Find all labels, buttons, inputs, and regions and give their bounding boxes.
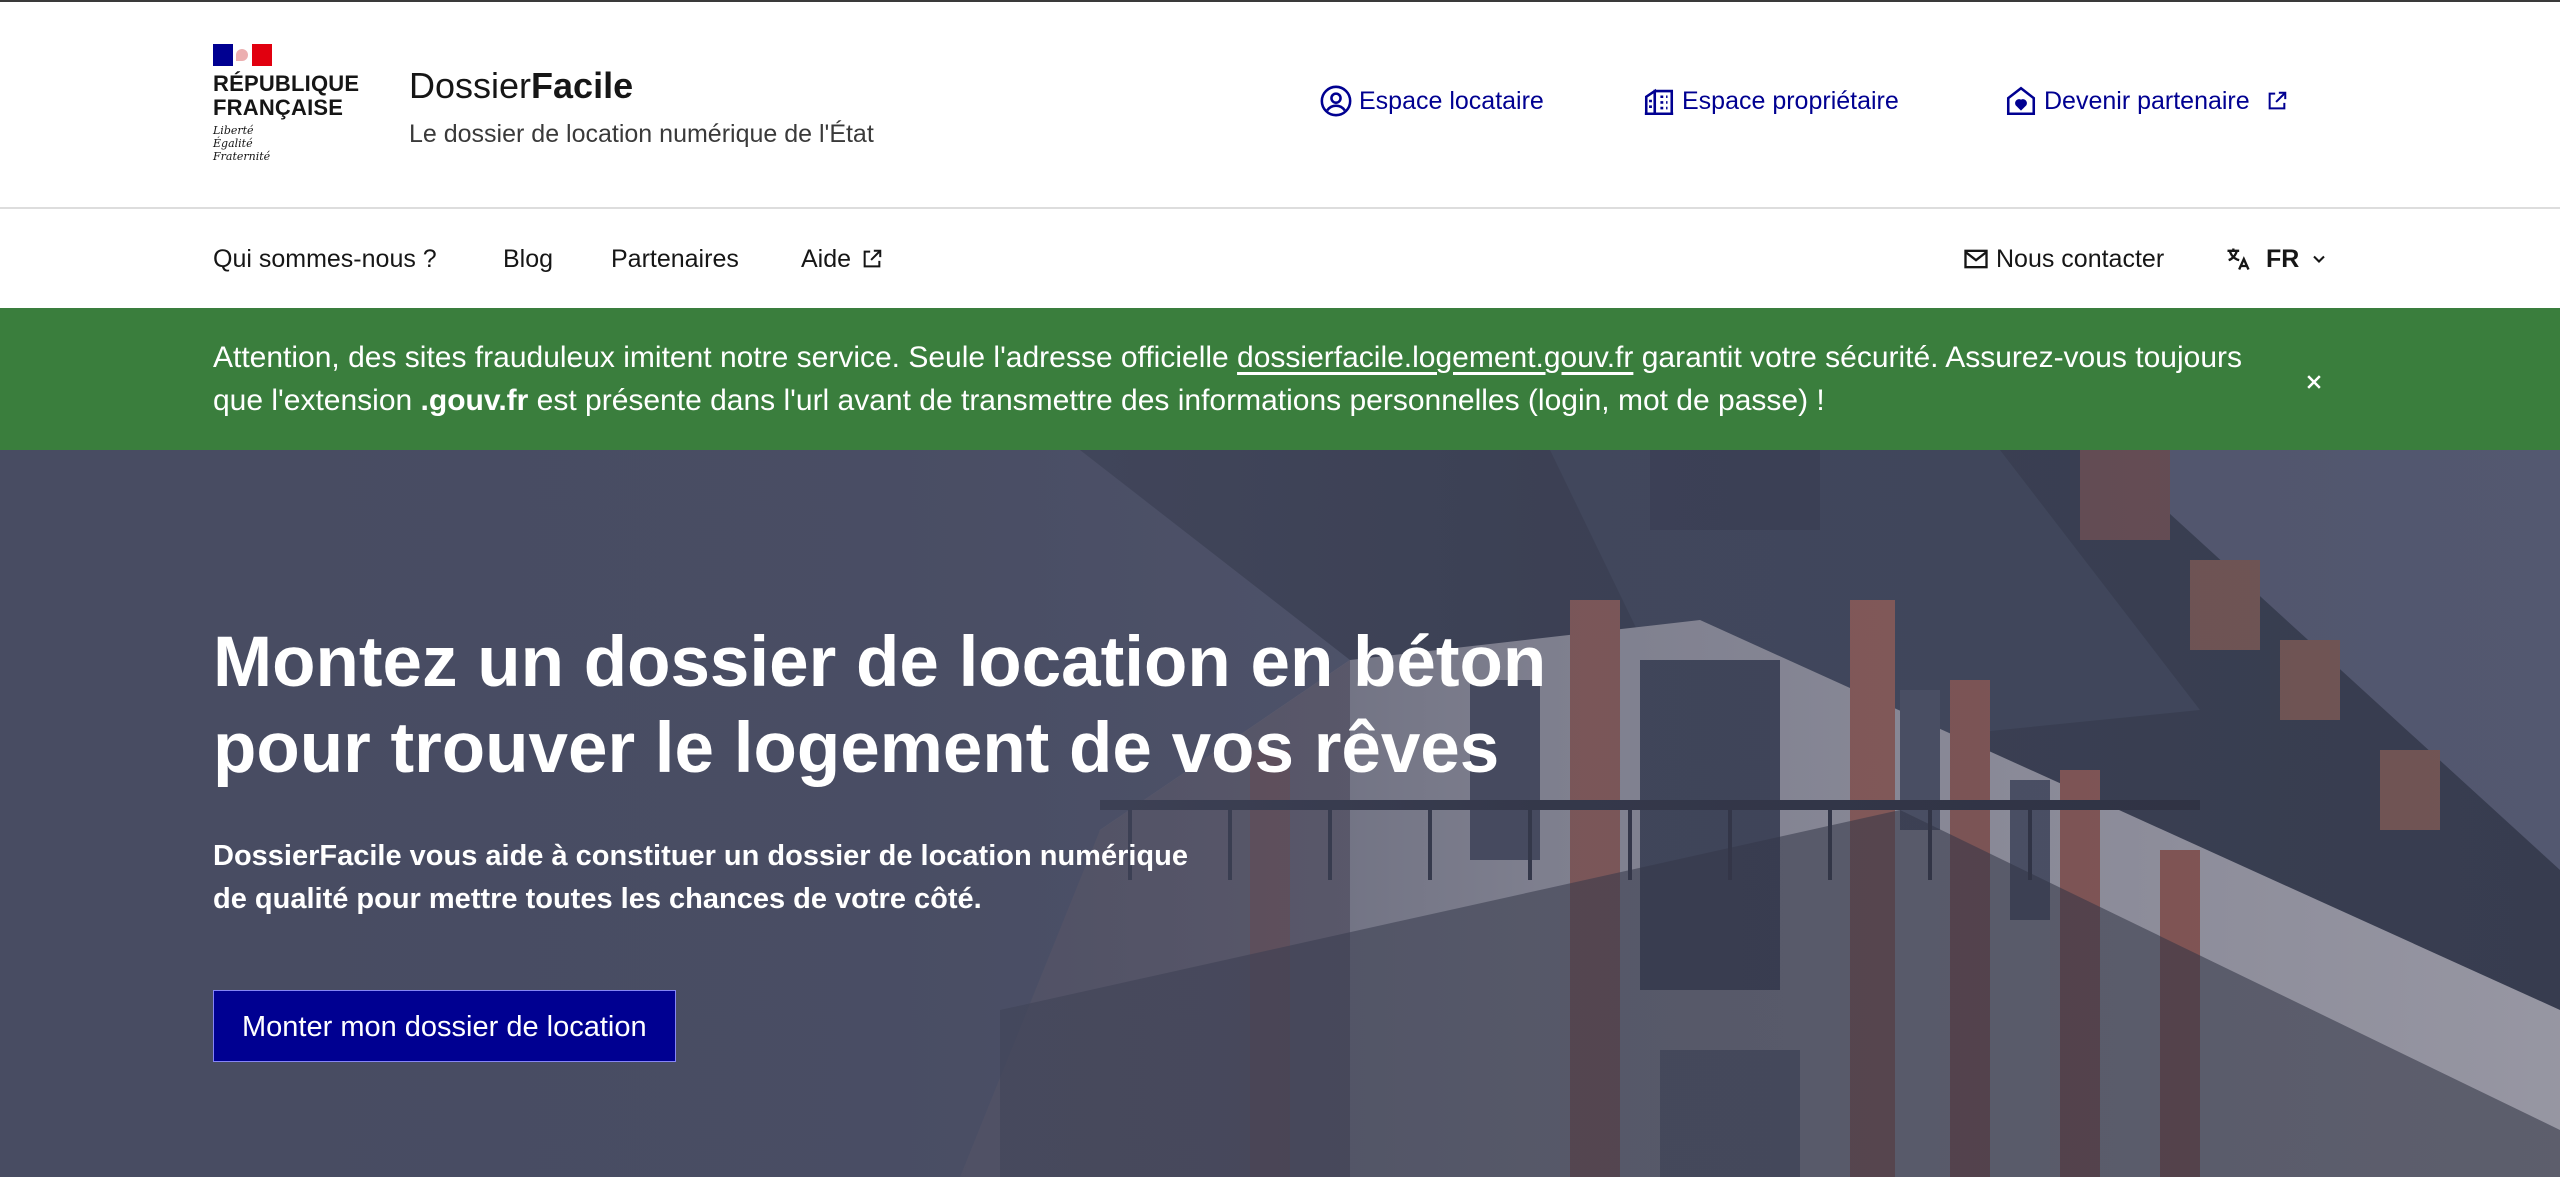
mail-icon: [1964, 249, 1988, 269]
language-label: FR: [2266, 245, 2300, 273]
notice-close-button[interactable]: [2296, 364, 2332, 400]
main-navigation: Qui sommes-nous ? Blog Partenaires Aide …: [0, 211, 2560, 308]
espace-locataire-link[interactable]: Espace locataire: [1319, 84, 1544, 118]
republique-francaise-logo[interactable]: RÉPUBLIQUE FRANÇAISE Liberté Égalité Fra…: [213, 44, 363, 174]
hero-title: Montez un dossier de location en béton p…: [213, 623, 1547, 788]
espace-proprietaire-label: Espace propriétaire: [1682, 87, 1899, 115]
republique-francaise-name: RÉPUBLIQUE FRANÇAISE: [213, 71, 360, 120]
monter-dossier-button[interactable]: Monter mon dossier de location: [213, 990, 676, 1062]
site-header: RÉPUBLIQUE FRANÇAISE Liberté Égalité Fra…: [0, 2, 2560, 209]
nav-item-blog[interactable]: Blog: [503, 243, 553, 275]
close-icon: [2307, 375, 2321, 389]
home-heart-icon: [2006, 86, 2036, 116]
nav-item-partenaires[interactable]: Partenaires: [611, 243, 739, 275]
official-site-link[interactable]: dossierfacile.logement.gouv.fr: [1237, 341, 1633, 374]
notice-text: Attention, des sites frauduleux imitent …: [213, 341, 2242, 417]
nous-contacter-label: Nous contacter: [1996, 245, 2165, 273]
chevron-down-icon: [2313, 255, 2326, 263]
nav-item-aide[interactable]: Aide: [801, 243, 883, 275]
nous-contacter-link[interactable]: Nous contacter: [1962, 243, 2164, 275]
espace-proprietaire-link[interactable]: Espace propriétaire: [1642, 84, 1899, 118]
hero-section: Montez un dossier de location en béton p…: [0, 450, 2560, 1177]
fraud-warning-notice: Attention, des sites frauduleux imitent …: [0, 308, 2560, 450]
hero-overlay: [0, 450, 2560, 1177]
republique-motto: Liberté Égalité Fraternité: [213, 124, 271, 163]
user-circle-icon: [1320, 85, 1352, 117]
nav-item-qui-sommes-nous[interactable]: Qui sommes-nous ?: [213, 243, 437, 275]
external-link-icon: [2268, 91, 2286, 110]
service-title: DossierFacile: [409, 65, 634, 106]
hero-subtitle: DossierFacile vous aide à constituer un …: [213, 840, 1188, 915]
devenir-partenaire-label: Devenir partenaire: [2044, 87, 2250, 115]
marianne-flag-icon: [213, 44, 273, 66]
service-brand[interactable]: DossierFacile Le dossier de location num…: [409, 64, 874, 150]
building-icon: [1644, 88, 1674, 116]
devenir-partenaire-link[interactable]: Devenir partenaire: [2004, 84, 2288, 118]
service-tagline: Le dossier de location numérique de l'Ét…: [409, 120, 874, 148]
external-link-icon: [863, 249, 882, 268]
translate-icon: [2227, 248, 2250, 270]
espace-locataire-label: Espace locataire: [1359, 87, 1544, 115]
language-selector[interactable]: FR: [2224, 243, 2329, 275]
